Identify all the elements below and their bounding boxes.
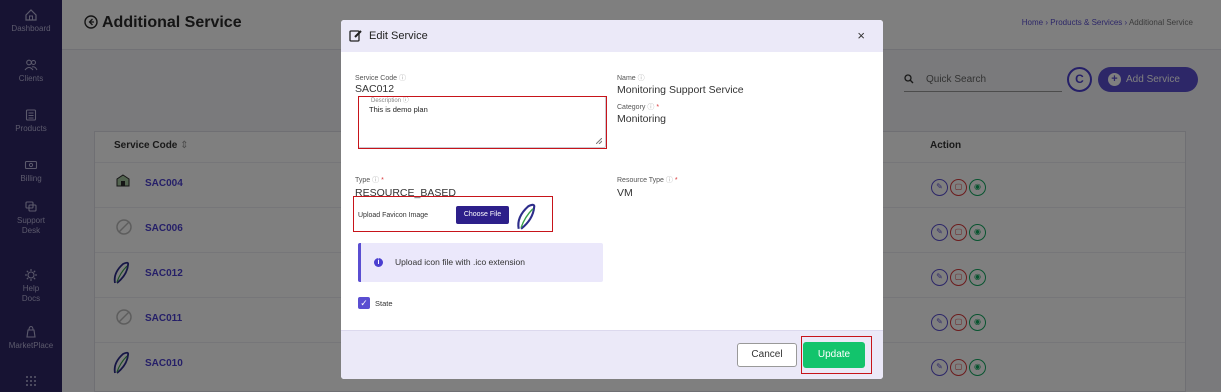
edit-icon — [349, 30, 362, 42]
help-icon: ⓘ — [372, 177, 380, 184]
info-text: Upload icon file with .ico extension — [395, 257, 525, 267]
service-code-value: SAC012 — [355, 83, 395, 95]
category-label: Category ⓘ * — [617, 104, 660, 111]
cancel-button[interactable]: Cancel — [737, 343, 797, 367]
name-label: Name ⓘ — [617, 75, 645, 82]
category-value: Monitoring — [617, 113, 667, 125]
help-icon: ⓘ — [665, 177, 673, 184]
highlight-box-upload — [353, 196, 553, 232]
help-icon: ⓘ — [637, 75, 645, 82]
help-icon: ⓘ — [398, 75, 406, 82]
close-icon[interactable]: × — [857, 28, 865, 43]
modal-footer: Cancel Update — [341, 330, 883, 379]
resource-type-value: VM — [617, 187, 633, 199]
edit-service-modal: Edit Service × Service Code ⓘ SAC012 Nam… — [341, 20, 883, 379]
name-value: Monitoring Support Service — [617, 84, 744, 96]
info-icon: i — [374, 258, 383, 267]
state-checkbox[interactable]: ✓ — [358, 297, 370, 309]
info-alert: i Upload icon file with .ico extension — [358, 243, 603, 282]
service-code-label: Service Code ⓘ — [355, 75, 406, 82]
resource-type-label: Resource Type ⓘ * — [617, 177, 678, 184]
modal-header: Edit Service × — [341, 20, 883, 52]
highlight-box-update — [801, 336, 872, 374]
type-label: Type ⓘ * — [355, 177, 384, 184]
modal-title: Edit Service — [369, 30, 428, 42]
help-icon: ⓘ — [647, 104, 655, 111]
highlight-box-description — [358, 96, 607, 149]
state-label: State — [375, 299, 393, 308]
